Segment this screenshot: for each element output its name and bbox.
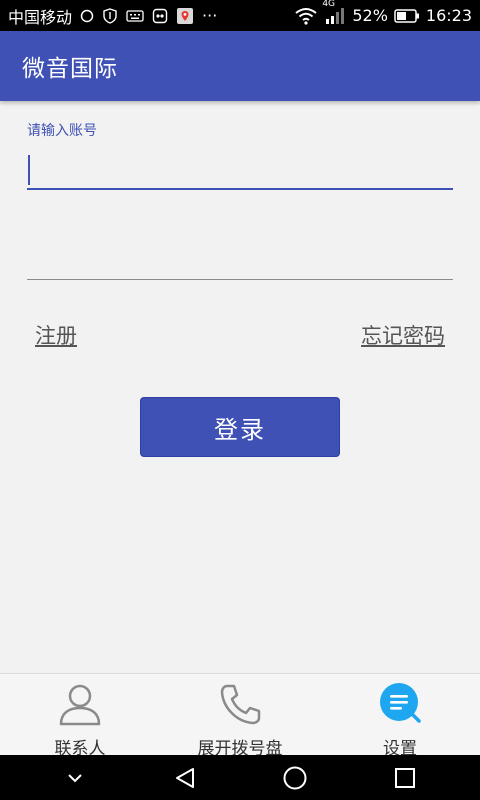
battery-icon bbox=[394, 8, 420, 23]
network-type-label: 4G bbox=[322, 0, 336, 9]
clock: 16:23 bbox=[425, 6, 472, 25]
tab-contacts[interactable]: 联系人 bbox=[0, 674, 160, 759]
home-icon[interactable] bbox=[271, 758, 319, 798]
app-notification-icon bbox=[152, 8, 168, 24]
more-notifications-icon: ··· bbox=[202, 6, 218, 25]
hide-nav-chevron-icon[interactable] bbox=[51, 758, 99, 798]
back-icon[interactable] bbox=[161, 758, 209, 798]
register-link[interactable]: 注册 bbox=[35, 320, 77, 350]
password-input[interactable] bbox=[27, 238, 453, 280]
bottom-tab-bar: 联系人 展开拨号盘 设置 bbox=[0, 673, 480, 759]
shield-notification-icon bbox=[102, 7, 118, 24]
login-button[interactable]: 登录 bbox=[140, 397, 340, 457]
tab-dialpad[interactable]: 展开拨号盘 bbox=[160, 674, 320, 759]
forgot-password-link[interactable]: 忘记密码 bbox=[361, 320, 445, 350]
app-title: 微音国际 bbox=[22, 56, 118, 82]
cellular-signal-icon: 4G bbox=[322, 0, 346, 25]
phone-icon bbox=[216, 682, 264, 726]
tab-settings[interactable]: 设置 bbox=[320, 674, 480, 759]
account-field-label: 请输入账号 bbox=[27, 123, 97, 139]
account-input[interactable] bbox=[27, 146, 453, 190]
text-caret bbox=[28, 155, 30, 185]
carrier-name: 中国移动 bbox=[8, 7, 73, 27]
system-navigation-bar bbox=[0, 755, 480, 800]
circle-notification-icon bbox=[80, 9, 94, 23]
status-bar: 中国移动 ··· 4G 52% 16:23 bbox=[0, 0, 480, 31]
recents-icon[interactable] bbox=[381, 758, 429, 798]
map-notification-icon bbox=[176, 7, 194, 25]
person-icon bbox=[56, 682, 104, 726]
battery-percent: 52% bbox=[352, 6, 388, 25]
app-bar: 微音国际 bbox=[0, 31, 480, 101]
wifi-icon bbox=[294, 7, 318, 25]
keyboard-notification-icon bbox=[126, 9, 144, 23]
settings-list-icon bbox=[376, 682, 424, 726]
